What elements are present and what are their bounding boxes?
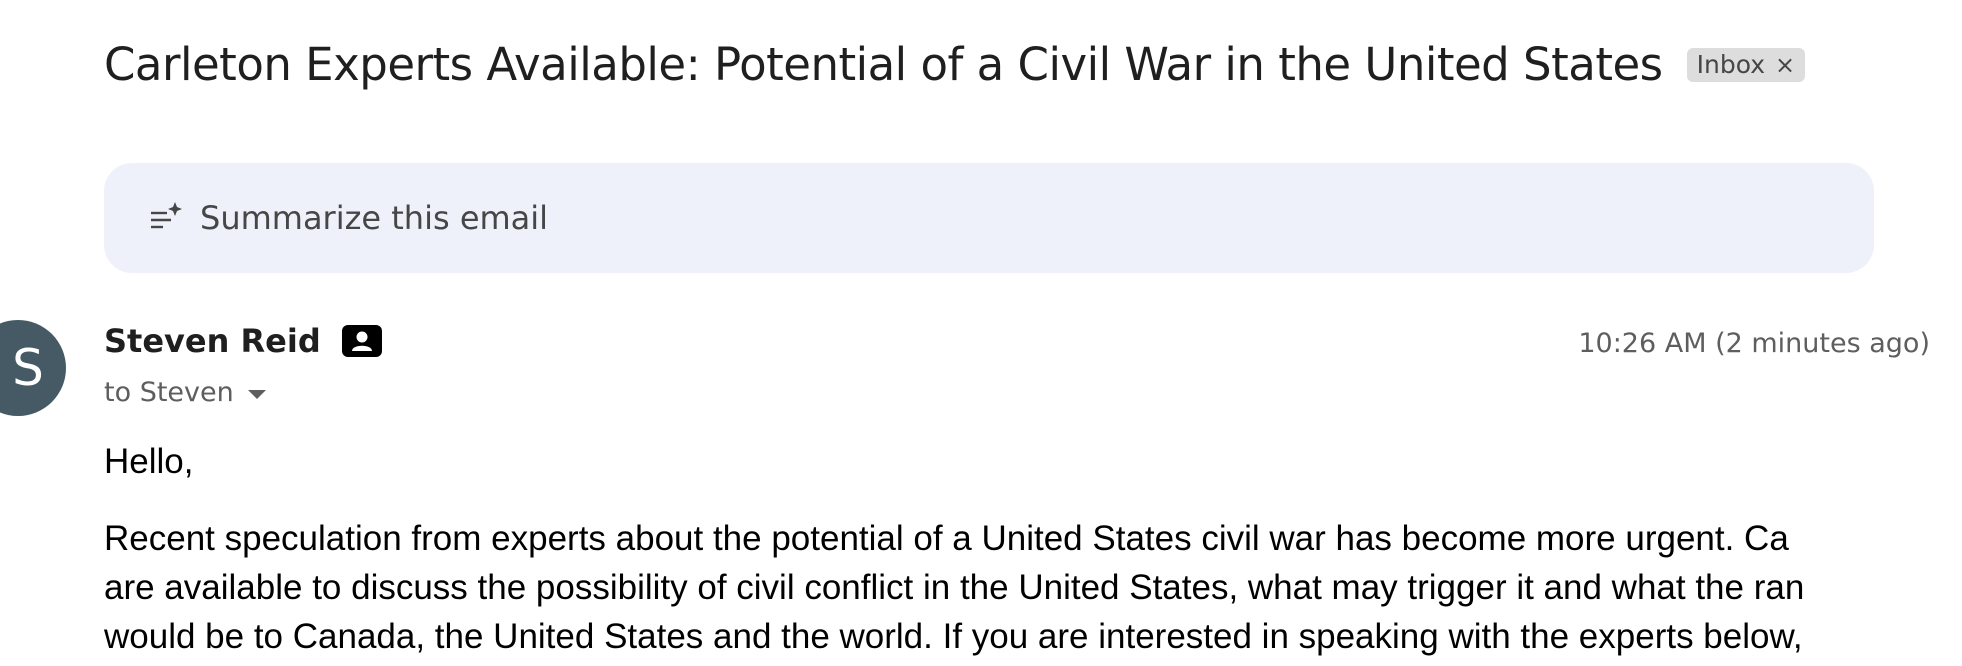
email-subject: Carleton Experts Available: Potential of… [104, 38, 1663, 91]
contact-card-icon[interactable] [341, 324, 383, 358]
sender-name[interactable]: Steven Reid [104, 322, 321, 360]
email-timestamp: 10:26 AM (2 minutes ago) [1578, 328, 1930, 359]
recipient-details-toggle[interactable]: to Steven [104, 377, 266, 408]
body-greeting: Hello, [104, 442, 194, 481]
subject-row: Carleton Experts Available: Potential of… [104, 38, 1806, 91]
body-line: are available to discuss the possibility… [104, 568, 1805, 607]
sender-row: Steven Reid [104, 322, 383, 360]
email-view: Carleton Experts Available: Potential of… [0, 0, 1962, 666]
avatar-initial: S [12, 339, 44, 397]
summarize-sparkle-icon [151, 202, 182, 229]
recipient-text: to Steven [104, 377, 234, 408]
close-icon[interactable]: × [1775, 51, 1795, 79]
avatar[interactable]: S [0, 320, 66, 416]
inbox-label-chip[interactable]: Inbox × [1686, 47, 1806, 82]
summarize-email-button[interactable]: Summarize this email [104, 163, 1874, 273]
label-text: Inbox [1696, 50, 1766, 79]
body-line: Recent speculation from experts about th… [104, 519, 1789, 558]
body-line: would be to Canada, the United States an… [104, 617, 1803, 656]
email-body: Hello, Recent speculation from experts a… [104, 440, 1962, 661]
chevron-down-icon[interactable] [247, 390, 266, 399]
summarize-label: Summarize this email [200, 199, 549, 237]
